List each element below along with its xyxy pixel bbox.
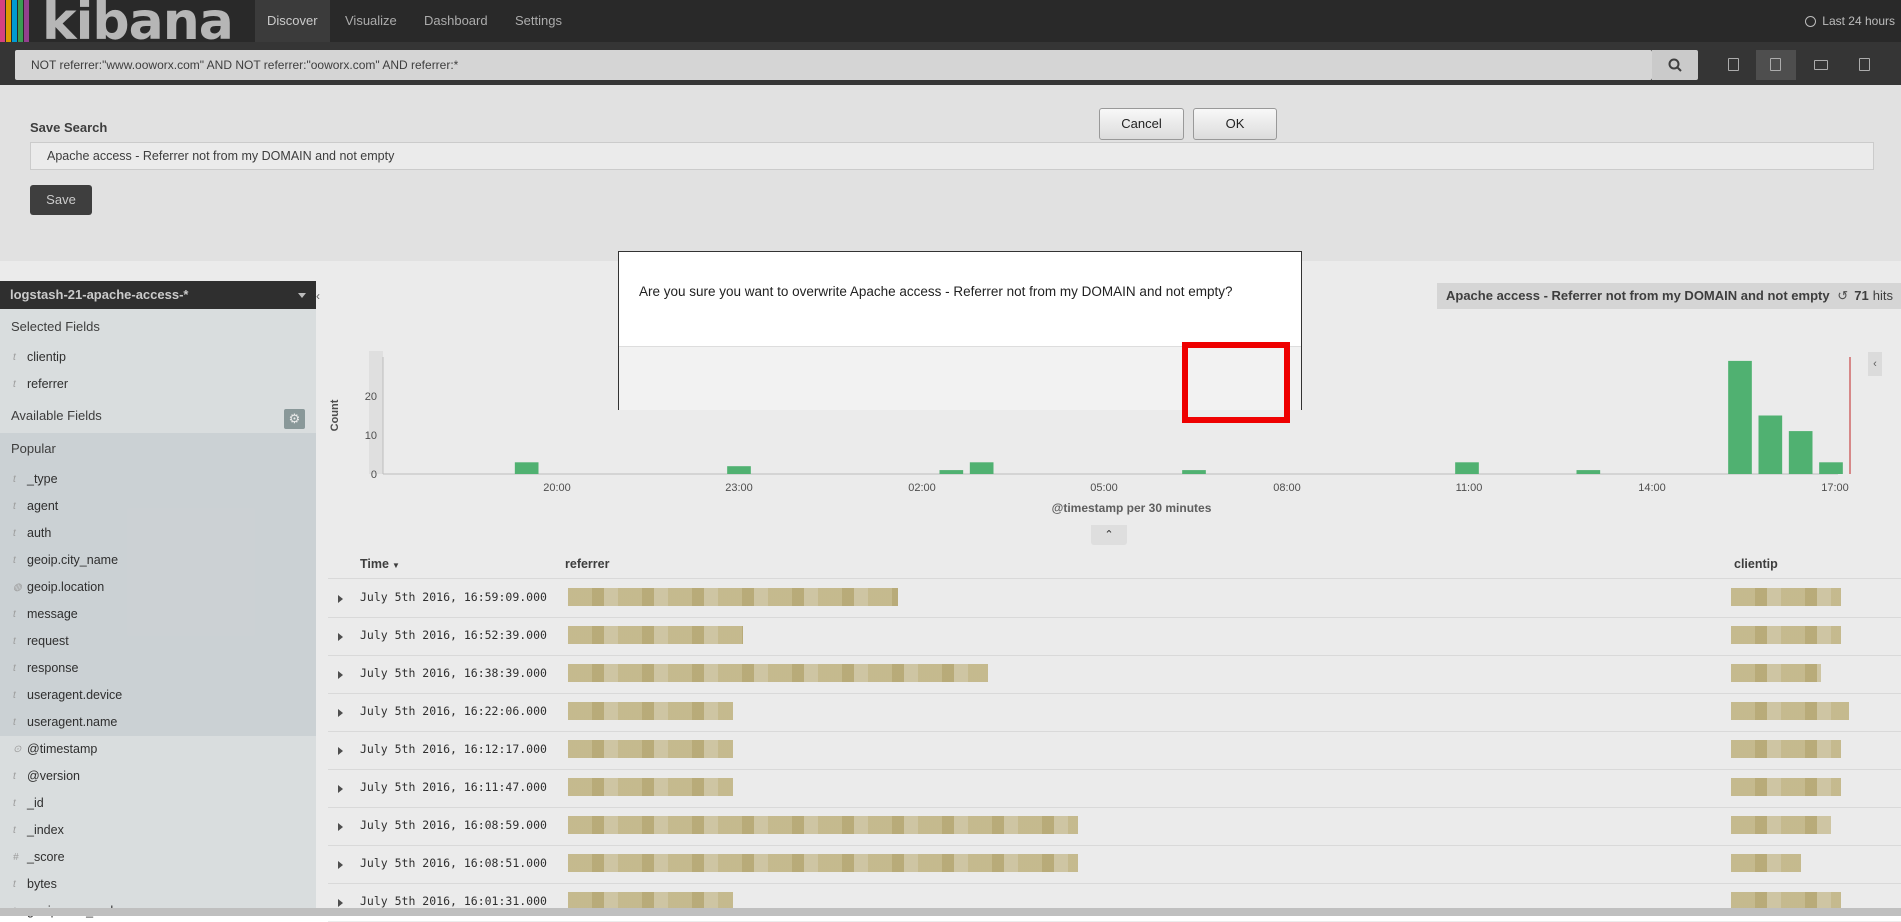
confirm-message: Are you sure you want to overwrite Apach… bbox=[639, 284, 1233, 299]
cancel-button[interactable]: Cancel bbox=[1099, 108, 1184, 140]
ok-button[interactable]: OK bbox=[1193, 108, 1277, 140]
ok-button-highlight bbox=[1182, 342, 1290, 423]
modal-backdrop bbox=[0, 0, 1901, 916]
